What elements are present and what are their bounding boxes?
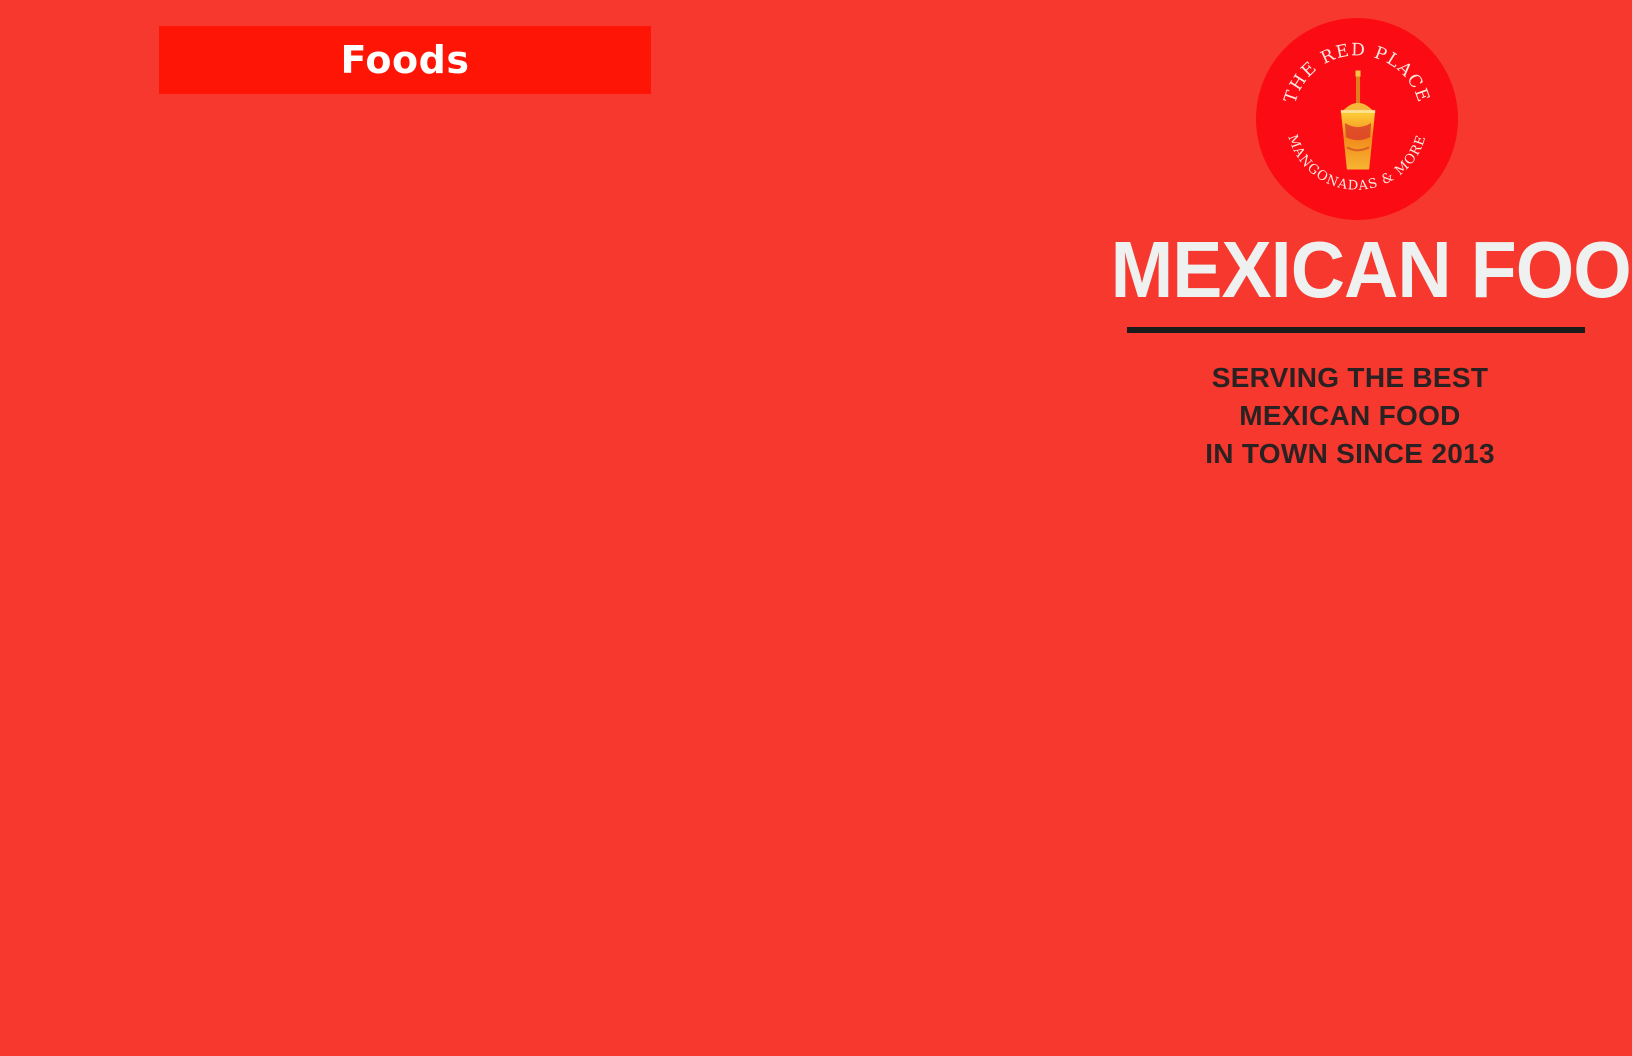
foods-nav-button[interactable]: Foods: [159, 26, 651, 94]
brand-logo[interactable]: THE RED PLACE MANGONADAS & MORE: [1256, 18, 1458, 220]
hero-title: MEXICAN FOOD: [1110, 225, 1632, 314]
tagline-line-3: IN TOWN SINCE 2013: [1205, 438, 1495, 469]
mangonada-cup-icon: THE RED PLACE MANGONADAS & MORE: [1256, 18, 1458, 220]
tagline-line-1: SERVING THE BEST: [1211, 362, 1489, 393]
title-divider: [1127, 327, 1585, 333]
hero-tagline: SERVING THE BEST MEXICAN FOOD IN TOWN SI…: [1100, 359, 1600, 473]
foods-nav-label: Foods: [340, 38, 470, 82]
tagline-line-2: MEXICAN FOOD: [1239, 400, 1461, 431]
